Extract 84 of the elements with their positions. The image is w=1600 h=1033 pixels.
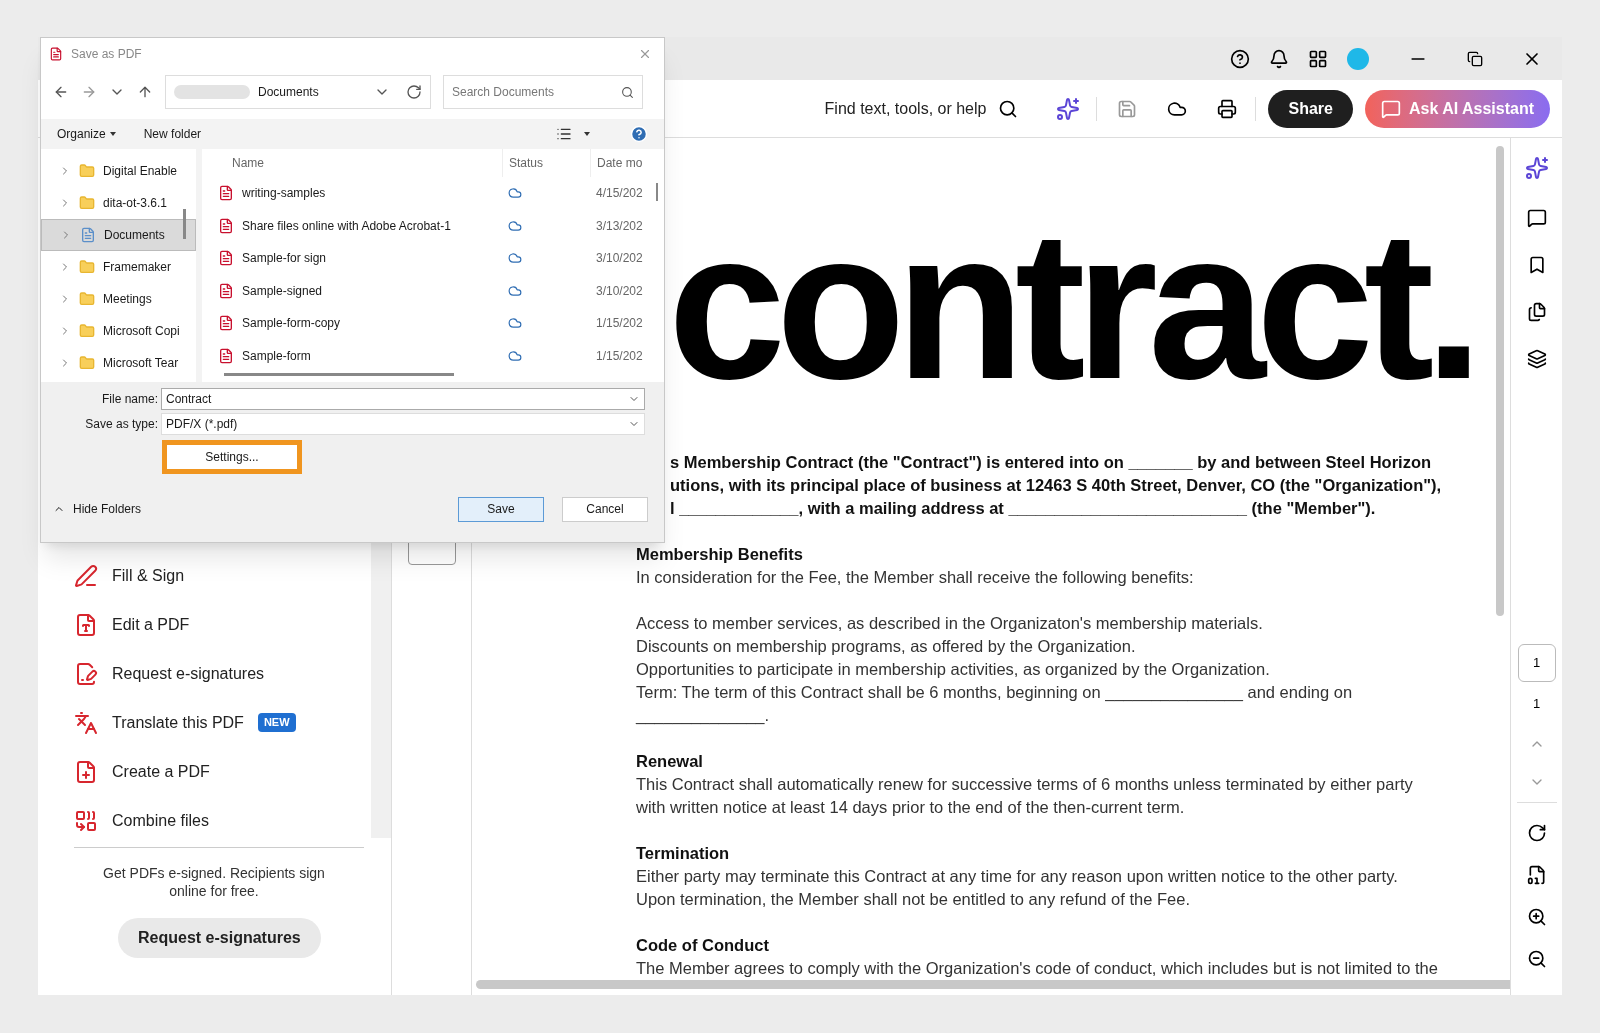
dialog-title: Save as PDF [71, 45, 143, 63]
tool-item[interactable]: Edit a PDF [74, 600, 361, 649]
tool-label: Translate this PDF [112, 712, 244, 733]
folder-label: Digital Enable [103, 163, 178, 180]
file-date: 3/13/202 [595, 217, 644, 235]
folder-item[interactable]: Meetings [41, 283, 196, 315]
tool-item[interactable]: Fill & Sign [74, 551, 361, 600]
file-date: 4/15/202 [595, 185, 644, 203]
folder-label: Meetings [103, 291, 152, 308]
file-name[interactable]: Sample-for sign [242, 249, 327, 268]
tool-item[interactable]: Create a PDF [74, 747, 361, 796]
dialog-button[interactable]: Save [458, 496, 544, 522]
tool-item[interactable]: Translate this PDF NEW [74, 698, 361, 747]
file-name[interactable]: writing-samples [242, 184, 326, 203]
folder-item[interactable]: Documents [41, 219, 196, 251]
section-heading: Membership Benefits [636, 544, 804, 565]
body-text-line: Discounts on membership programs, as offered by the Organization. [636, 636, 1137, 657]
hide-folders-button[interactable]: Hide Folders [53, 500, 142, 518]
tool-label: Create a PDF [112, 761, 210, 782]
contract-intro-line: s Membership Contract (the "Contract") is entered into on _______ by and between Steel Horizon [670, 452, 1433, 473]
search-input[interactable]: Search Documents [452, 83, 621, 101]
file-name[interactable]: Sample-signed [242, 281, 323, 300]
address-text: Documents [258, 84, 320, 101]
tool-item[interactable]: Combine files [74, 796, 361, 845]
folder-label: dita-ot-3.6.1 [103, 195, 168, 212]
folder-item[interactable]: Microsoft Copi [41, 315, 196, 347]
file-type-value: PDF/X (*.pdf) [166, 416, 239, 433]
file-name-field[interactable]: Contract [161, 388, 645, 410]
column-header[interactable]: Name [202, 149, 502, 177]
section-heading: Code of Conduct [636, 935, 770, 956]
command-button[interactable]: Organize [57, 125, 116, 143]
field-label: Save as type: [84, 416, 159, 433]
file-date: 1/15/202 [595, 347, 644, 365]
promo-text: Get PDFs e-signed. Recipients sign online for free. [102, 864, 326, 900]
body-text-line: Upon termination, the Member shall not be entitled to any refund of the Fee. [636, 889, 1191, 910]
file-date: 1/15/202 [595, 315, 644, 333]
body-text-line: ______________. [636, 705, 771, 727]
tool-label: Fill & Sign [112, 565, 185, 586]
contract-intro-line: utions, with its principal place of business at 12463 S 40th Street, Denver, CO (the "Organization"), [670, 475, 1443, 496]
file-date: 3/10/202 [595, 282, 644, 300]
contract-intro-line: l _____________, with a mailing address at __________________________ (the "Member"). [670, 498, 1377, 519]
file-name[interactable]: Share files online with Adobe Acrobat-1 [242, 216, 451, 235]
new-badge: NEW [257, 713, 296, 732]
file-name-value: Contract [166, 391, 213, 408]
settings-button[interactable]: Settings... [162, 440, 302, 474]
tool-label: Combine files [112, 810, 209, 831]
address-bar[interactable]: Documents [165, 75, 431, 109]
dialog-button[interactable]: Cancel [562, 496, 648, 522]
file-name[interactable]: Sample-form [242, 346, 311, 365]
body-text-line: In consideration for the Fee, the Member shall receive the following benefits: [636, 567, 1195, 588]
folder-item[interactable]: Framemaker [41, 251, 196, 283]
section-heading: Termination [636, 843, 731, 864]
folder-label: Documents [104, 227, 165, 244]
tool-item[interactable]: Request e-signatures [74, 649, 361, 698]
search-label[interactable]: Find text, tools, or help [824, 96, 987, 121]
document-title: contract. [668, 200, 1475, 410]
file-name[interactable]: Sample-form-copy [242, 314, 341, 333]
folder-label: Microsoft Tear [103, 355, 179, 372]
body-text-line: Access to member services, as described in the Organizaton's membership materials. [636, 613, 1264, 634]
body-text-line: Either party may terminate this Contract at any time for any reason upon written notice to the other party. [636, 866, 1399, 887]
folder-item[interactable]: Microsoft Tear [41, 347, 196, 379]
page-total: 1 [1532, 695, 1541, 713]
folder-item[interactable]: dita-ot-3.6.1 [41, 187, 196, 219]
folder-label: Framemaker [103, 259, 171, 276]
tool-label: Edit a PDF [112, 614, 190, 635]
search-field[interactable]: Search Documents [443, 75, 643, 109]
section-heading: Renewal [636, 751, 704, 772]
body-text-line: The Member agrees to comply with the Organization's code of conduct, which includes but is not limited to the [636, 958, 1439, 979]
file-date: 3/10/202 [595, 250, 644, 268]
body-text-line: Term: The term of this Contract shall be 6 months, beginning on _______________ and ending on [636, 682, 1354, 704]
column-header[interactable]: Date mo [590, 149, 645, 177]
request-signatures-button[interactable]: Request e-signatures [118, 918, 321, 958]
field-label: File name: [100, 391, 159, 408]
folder-item[interactable]: Digital Enable [41, 155, 196, 187]
body-text-line: This Contract shall automatically renew for successive terms of 6 months unless terminated by either party [636, 774, 1414, 795]
file-type-dropdown[interactable]: PDF/X (*.pdf) [161, 413, 645, 435]
command-button[interactable]: New folder [143, 125, 202, 143]
folder-label: Microsoft Copi [103, 323, 180, 340]
page-number-field[interactable]: 1 [1517, 644, 1556, 682]
share-button[interactable]: Share [1268, 89, 1353, 128]
tool-label: Request e-signatures [112, 663, 265, 684]
body-text-line: Opportunities to participate in membership activities, as organized by the Organization. [636, 659, 1271, 680]
body-text-line: with written notice at least 14 days prior to the end of the then-current term. [636, 797, 1186, 818]
column-header[interactable]: Status [502, 149, 590, 177]
